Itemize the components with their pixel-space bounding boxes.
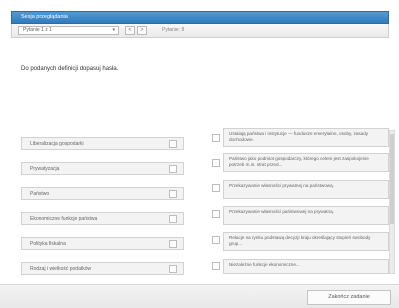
term-label: Prywatyzacja — [30, 166, 60, 172]
term-label: Rodzaj i wielkość podatków — [30, 266, 92, 272]
term-item[interactable]: Państwo — [21, 187, 184, 200]
question-select[interactable]: Pytanie 1 z 1 ▾ — [18, 26, 119, 35]
scrollbar-thumb[interactable] — [390, 134, 394, 224]
term-drop-slot[interactable] — [169, 265, 177, 273]
term-drop-slot[interactable] — [169, 215, 177, 223]
window-title-bar: Sesja przeglądania — [11, 11, 389, 24]
definition-item[interactable]: Relacje na rynku podstawą decyzji kraju … — [223, 232, 389, 251]
term-label: Liberalizacja gospodarki — [30, 141, 84, 147]
next-question-button[interactable]: > — [137, 26, 147, 35]
finish-task-button[interactable]: Zakończ zadanie — [307, 290, 391, 305]
definition-drop-slot[interactable] — [212, 184, 220, 192]
previous-question-button[interactable]: < — [125, 26, 135, 35]
term-drop-slot[interactable] — [169, 165, 177, 173]
definition-item[interactable]: Przekazywanie własności państwowej na pr… — [223, 206, 389, 225]
instruction-text: Do podanych definicji dopasuj hasła. — [21, 66, 119, 72]
term-label: Polityka fiskalna — [30, 241, 66, 247]
term-item[interactable]: Ekonomiczne funkcje państwa — [21, 212, 184, 225]
term-label: Ekonomiczne funkcje państwa — [30, 216, 98, 222]
question-counter: Pytanie: 8 — [162, 27, 185, 33]
footer-bar: Zakończ zadanie — [0, 284, 399, 308]
definition-item[interactable]: Państwo jako podmiot gospodarczy, któreg… — [223, 153, 389, 172]
definitions-scrollbar[interactable] — [389, 130, 395, 274]
term-drop-slot[interactable] — [169, 190, 177, 198]
chevron-down-icon: ▾ — [112, 27, 115, 33]
question-navigation-bar: Pytanie 1 z 1 ▾ < > Pytanie: 8 — [11, 24, 389, 38]
definition-drop-slot[interactable] — [212, 210, 220, 218]
definition-drop-slot[interactable] — [212, 236, 220, 244]
definition-item[interactable]: Niezależne funkcje ekonomiczne... — [223, 259, 389, 274]
definition-item[interactable]: Przekazywanie własności prywatnej na pań… — [223, 180, 389, 199]
term-item[interactable]: Prywatyzacja — [21, 162, 184, 175]
term-item[interactable]: Rodzaj i wielkość podatków — [21, 262, 184, 275]
term-drop-slot[interactable] — [169, 140, 177, 148]
question-select-value: Pytanie 1 z 1 — [23, 27, 52, 33]
term-label: Państwo — [30, 191, 50, 197]
term-item[interactable]: Polityka fiskalna — [21, 237, 184, 250]
window-title: Sesja przeglądania — [21, 14, 68, 20]
definition-item[interactable]: Ustalają państwa i instytucje — fundusze… — [223, 128, 389, 147]
definition-drop-slot[interactable] — [212, 262, 220, 270]
term-drop-slot[interactable] — [169, 240, 177, 248]
definition-drop-slot[interactable] — [212, 134, 220, 142]
definition-drop-slot[interactable] — [212, 159, 220, 167]
term-item[interactable]: Liberalizacja gospodarki — [21, 137, 184, 150]
